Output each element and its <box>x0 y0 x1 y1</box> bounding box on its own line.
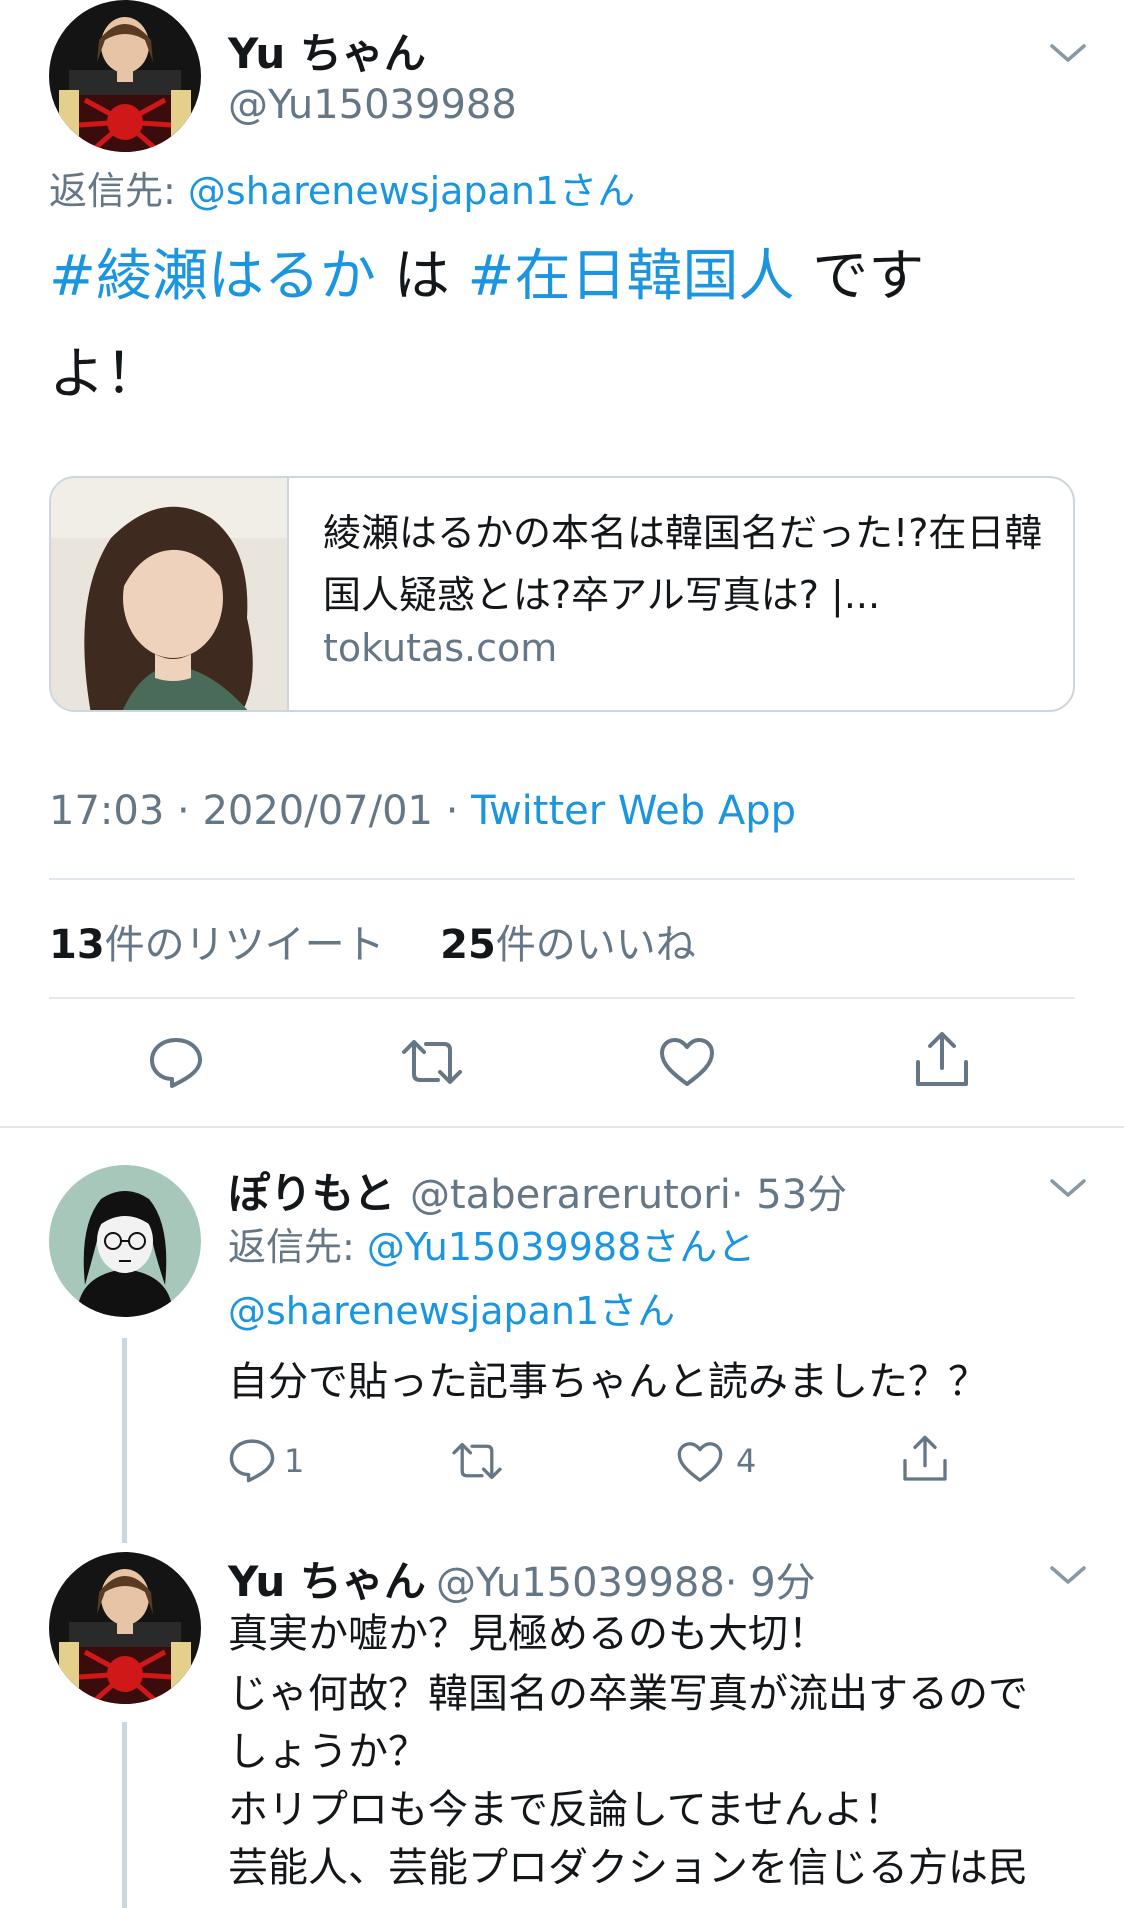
author-name[interactable]: Yu ちゃん <box>228 20 426 81</box>
link-card[interactable]: 綾瀬はるかの本名は韓国名だった!?在日韓国人疑惑とは?卒アル写真は? |... … <box>49 476 1075 712</box>
share-icon[interactable] <box>900 1434 950 1484</box>
reply-avatar[interactable] <box>49 1552 201 1704</box>
tweet-text-mid: は <box>375 244 468 309</box>
reply-text-line: 真実か嘘か？見極めるのも大切！ <box>228 1611 828 1657</box>
heart-icon[interactable] <box>676 1440 724 1484</box>
reply-to-link[interactable]: @sharenewsjapan1さん <box>188 169 635 213</box>
tweet-time: 17:03 <box>49 788 165 834</box>
reply-icon[interactable] <box>148 1034 204 1090</box>
reply-context: 返信先: @sharenewsjapan1さん <box>49 160 635 215</box>
chevron-down-icon[interactable] <box>1046 1562 1090 1590</box>
retweets-stat[interactable]: 13件のリツイート <box>49 922 385 968</box>
tweet-client[interactable]: Twitter Web App <box>471 788 796 834</box>
hashtag-link[interactable]: #在日韓国人 <box>468 244 795 309</box>
tweet-meta: 17:03 · 2020/07/01 · Twitter Web App <box>49 788 796 834</box>
reply-text-line: じゃ何故？韓国名の卒業写真が流出するので <box>228 1671 1028 1717</box>
retweet-icon[interactable] <box>450 1438 504 1484</box>
reply-time: · 9分 <box>724 1560 816 1606</box>
engagement-stats: 13件のリツイート 25件のいいね <box>49 912 696 970</box>
reply-handle[interactable]: @taberarerutori <box>410 1172 731 1218</box>
reply-text: 自分で貼った記事ちゃんと読みました？？ <box>228 1359 988 1405</box>
retweet-icon[interactable] <box>400 1034 464 1090</box>
main-tweet: Yu ちゃん @Yu15039988 返信先: @sharenewsjapan1… <box>0 0 1124 1128</box>
tweet-text: #綾瀬はるか は #在日韓国人 です よ！ <box>49 228 1049 424</box>
meta-dot: · <box>445 788 459 834</box>
reply-prefix: 返信先: <box>228 1225 355 1269</box>
chevron-down-icon[interactable] <box>1046 40 1090 68</box>
tweet-text-line2: よ！ <box>49 342 161 407</box>
reply-author-handle: @Yu15039988· 9分 <box>436 1550 816 1608</box>
reply-context: 返信先: @Yu15039988さんと <box>228 1216 755 1271</box>
share-icon[interactable] <box>912 1030 972 1090</box>
meta-dot: · <box>177 788 190 834</box>
like-count: 4 <box>736 1442 757 1480</box>
tweet-date: 2020/07/01 <box>202 788 433 834</box>
reply-text-line: 芸能人、芸能プロダクションを信じる方は民 <box>228 1845 1028 1891</box>
heart-icon[interactable] <box>658 1036 716 1088</box>
reply-icon[interactable] <box>228 1436 276 1484</box>
section-divider <box>0 1126 1124 1128</box>
divider <box>49 878 1075 880</box>
hashtag-link[interactable]: #綾瀬はるか <box>49 244 376 309</box>
reply-avatar[interactable] <box>49 1165 201 1317</box>
chevron-down-icon[interactable] <box>1046 1175 1090 1203</box>
author-avatar[interactable] <box>49 0 201 152</box>
thread-line <box>122 1338 127 1543</box>
reply-prefix: 返信先: <box>49 169 176 213</box>
reply-text-line: しょうか？ <box>228 1729 428 1775</box>
tweet-text-tail: です <box>794 244 925 309</box>
card-domain: tokutas.com <box>323 626 558 670</box>
thread-line <box>122 1722 127 1908</box>
likes-stat[interactable]: 25件のいいね <box>440 922 696 968</box>
reply-to-link[interactable]: @Yu15039988さんと <box>367 1225 755 1269</box>
reply-author-name[interactable]: ぽりもと <box>228 1160 395 1221</box>
author-handle[interactable]: @Yu15039988 <box>228 82 517 128</box>
card-title: 綾瀬はるかの本名は韓国名だった!?在日韓国人疑惑とは?卒アル写真は? |... <box>323 511 1043 617</box>
reply-text-line: ホリプロも今まで反論してませんよ！ <box>228 1787 904 1833</box>
card-thumbnail <box>51 478 289 710</box>
reply-author-name[interactable]: Yu ちゃん <box>228 1548 426 1609</box>
divider <box>49 997 1075 999</box>
reply-handle[interactable]: @Yu15039988 <box>436 1560 725 1606</box>
reply-context-line2: @sharenewsjapan1さん <box>228 1280 675 1335</box>
reply-to-link[interactable]: @sharenewsjapan1さん <box>228 1289 675 1333</box>
reply-count: 1 <box>284 1442 305 1480</box>
reply-author-handle: @taberarerutori· 53分 <box>410 1162 847 1220</box>
reply-time: · 53分 <box>730 1172 848 1218</box>
